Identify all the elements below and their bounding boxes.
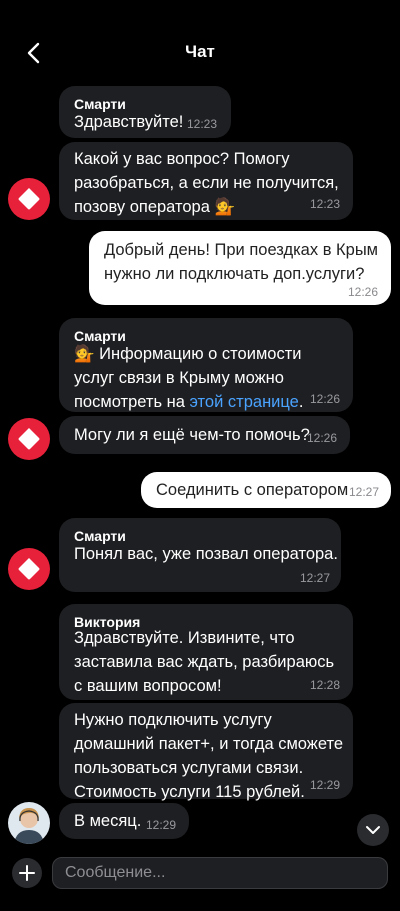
operator-avatar — [8, 802, 50, 844]
message-text: Здравствуйте! — [74, 113, 184, 131]
message-bubble: Смарти 💁 Информацию о стоимости услуг св… — [59, 318, 353, 412]
message-text: В месяц. — [74, 812, 142, 830]
message-bubble: Нужно подключить услугу домашний пакет+,… — [59, 703, 353, 801]
attach-button[interactable] — [12, 858, 42, 888]
message-bubble: Добрый день! При поездках в Крым нужно л… — [89, 231, 391, 305]
message-text: Понял вас, уже позвал оператора. — [74, 545, 338, 563]
info-page-link[interactable]: этой странице — [190, 393, 299, 411]
message-time: 12:27 — [300, 571, 331, 585]
message-time: 12:29 — [146, 818, 177, 832]
message-bubble: Соединить с оператором 12:27 — [141, 472, 391, 508]
message-bubble: В месяц. 12:29 — [59, 803, 189, 839]
message-text-part: . — [298, 393, 304, 411]
message-time: 12:27 — [349, 485, 380, 499]
message-time: 12:23 — [310, 197, 341, 211]
message-bubble: Смарти Понял вас, уже позвал оператора. … — [59, 518, 341, 592]
message-text: Нужно подключить услугу домашний пакет+,… — [74, 711, 344, 801]
message-text: Добрый день! При поездках в Крым нужно л… — [104, 241, 379, 283]
bot-avatar — [8, 418, 50, 460]
scroll-to-bottom-button[interactable] — [357, 814, 389, 846]
plus-icon — [19, 865, 35, 881]
message-text: 💁 Информацию о стоимости услуг связи в К… — [74, 342, 303, 414]
chevron-down-icon — [366, 826, 380, 834]
message-text: Здравствуйте. Извините, что заставила ва… — [74, 629, 335, 695]
message-time: 12:23 — [187, 117, 218, 131]
message-input[interactable] — [52, 857, 388, 889]
bot-avatar — [8, 178, 50, 220]
message-bubble: Виктория Здравствуйте. Извините, что зас… — [59, 604, 353, 700]
message-time: 12:26 — [310, 392, 341, 406]
message-time: 12:26 — [348, 285, 379, 299]
message-time: 12:29 — [310, 778, 341, 792]
message-text: Соединить с оператором — [156, 481, 349, 499]
chat-header: Чат — [0, 0, 400, 80]
message-text: Какой у вас вопрос? Помогу разобраться, … — [74, 150, 339, 216]
message-bubble: Смарти Здравствуйте! 12:23 — [59, 86, 231, 138]
message-time: 12:26 — [307, 431, 338, 445]
message-text: Могу ли я ещё чем-то помочь? — [74, 426, 310, 444]
page-title: Чат — [185, 42, 215, 61]
bot-avatar — [8, 548, 50, 590]
message-time: 12:28 — [310, 678, 341, 692]
message-bubble: Могу ли я ещё чем-то помочь? 12:26 — [59, 416, 350, 454]
message-bubble: Какой у вас вопрос? Помогу разобраться, … — [59, 142, 353, 220]
